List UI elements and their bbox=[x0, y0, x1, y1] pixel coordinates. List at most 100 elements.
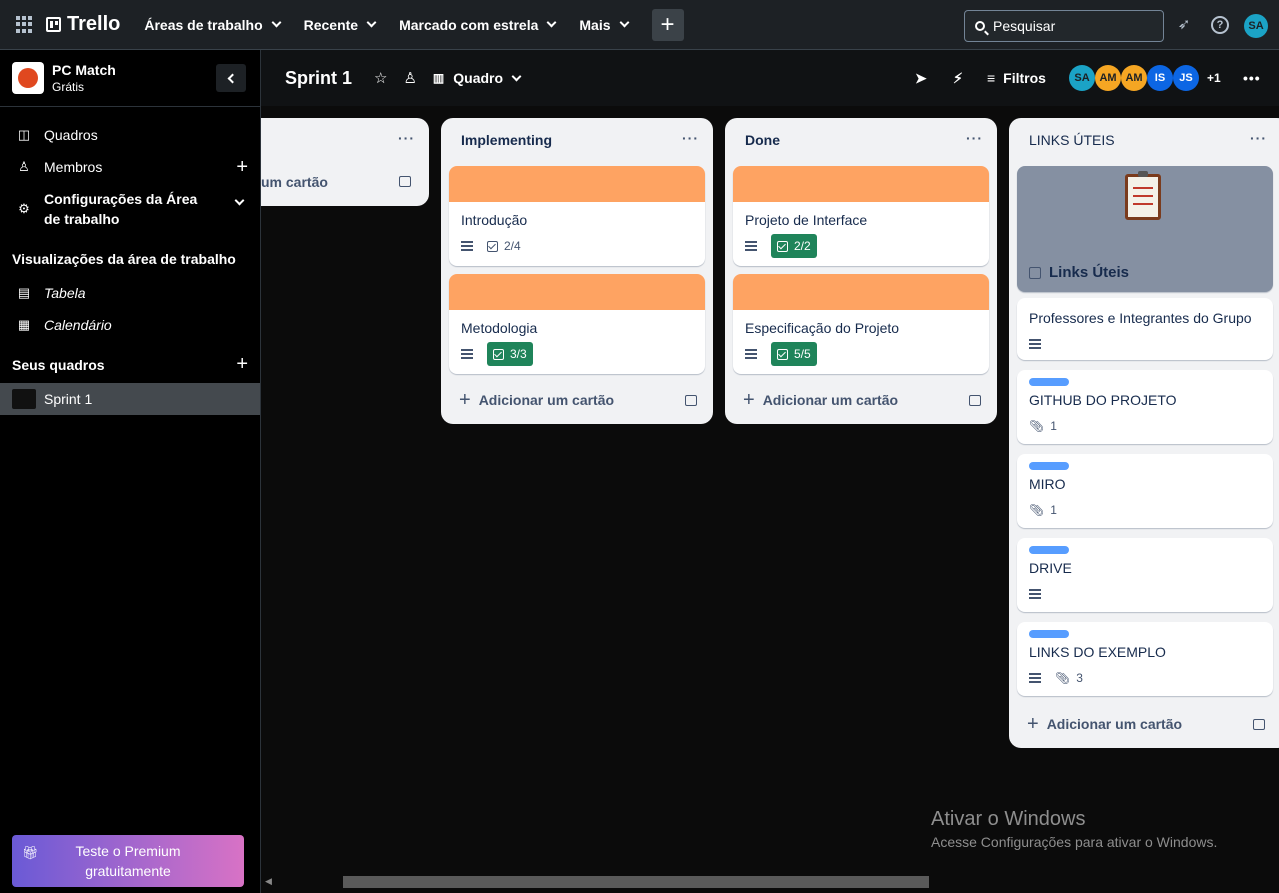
member-avatar[interactable]: AM bbox=[1121, 65, 1147, 91]
member-avatar[interactable]: JS bbox=[1173, 65, 1199, 91]
card-projeto-interface[interactable]: Projeto de Interface 2/2 bbox=[733, 166, 989, 266]
premium-trial-button[interactable]: 🎁︎ Teste o Premium gratuitamente bbox=[12, 835, 244, 887]
checklist-badge: 5/5 bbox=[771, 342, 817, 366]
nav-recent[interactable]: Recente bbox=[304, 17, 377, 33]
card-professores[interactable]: Professores e Integrantes do Grupo bbox=[1017, 298, 1273, 360]
nav-starred[interactable]: Marcado com estrela bbox=[399, 17, 557, 33]
checklist-count: 2/2 bbox=[794, 239, 811, 253]
board-icon: ◫ bbox=[17, 127, 31, 142]
description-icon bbox=[745, 241, 757, 251]
template-icon[interactable] bbox=[969, 394, 981, 406]
list-name[interactable]: Implementing bbox=[461, 132, 552, 148]
template-icon[interactable] bbox=[399, 176, 411, 187]
card-links-uteis-cover[interactable]: Links Úteis bbox=[1017, 166, 1273, 292]
sidebar-item-boards[interactable]: ◫ Quadros bbox=[0, 125, 260, 145]
user-avatar[interactable]: SA bbox=[1244, 14, 1268, 38]
description-icon bbox=[745, 349, 757, 359]
filters-label: Filtros bbox=[1003, 70, 1046, 86]
member-avatar[interactable]: SA bbox=[1069, 65, 1095, 91]
card-drive[interactable]: DRIVE bbox=[1017, 538, 1273, 612]
board-title[interactable]: Sprint 1 bbox=[285, 68, 352, 89]
sidebar-item-table[interactable]: ▤ Tabela bbox=[0, 283, 260, 303]
sidebar-item-label: Calendário bbox=[44, 317, 112, 333]
card-links-exemplo[interactable]: LINKS DO EXEMPLO 📎︎ 3 bbox=[1017, 622, 1273, 696]
list-menu-icon[interactable]: ··· bbox=[398, 130, 415, 146]
sidebar-board-sprint-1[interactable]: Sprint 1 bbox=[0, 383, 260, 415]
card-title: Especificação do Projeto bbox=[745, 320, 900, 336]
card-title: Metodologia bbox=[461, 320, 538, 336]
search-placeholder: Pesquisar bbox=[993, 18, 1056, 34]
nav-more[interactable]: Mais bbox=[579, 17, 629, 33]
scroll-left-icon[interactable]: ◀ bbox=[265, 876, 272, 887]
card-badges: 📎︎ 1 bbox=[1017, 498, 1273, 522]
visibility-icon[interactable]: ♙ bbox=[403, 69, 416, 87]
list-menu-icon[interactable]: ··· bbox=[966, 130, 983, 146]
more-options-icon[interactable]: ••• bbox=[1243, 50, 1261, 106]
app-switcher-icon[interactable] bbox=[16, 15, 34, 34]
member-avatar[interactable]: AM bbox=[1095, 65, 1121, 91]
add-card-button[interactable]: + Adicionar um cartão bbox=[449, 384, 705, 416]
add-card-partial-label[interactable]: um cartão bbox=[261, 174, 328, 190]
share-icon[interactable]: ➤ bbox=[915, 50, 927, 106]
add-member-icon[interactable]: + bbox=[236, 156, 248, 179]
description-icon bbox=[461, 241, 473, 251]
card-title: Projeto de Interface bbox=[745, 212, 868, 228]
workspace-name: PC Match bbox=[52, 62, 116, 78]
filters-button[interactable]: ≡ Filtros bbox=[987, 50, 1046, 106]
sidebar-item-calendar[interactable]: ▦ Calendário bbox=[0, 315, 260, 335]
gift-icon: 🎁︎ bbox=[22, 845, 39, 860]
horizontal-scrollbar-thumb[interactable] bbox=[343, 876, 929, 888]
card-especificacao[interactable]: Especificação do Projeto 5/5 bbox=[733, 274, 989, 374]
template-icon[interactable] bbox=[1253, 718, 1265, 730]
card-badges: 3/3 bbox=[449, 342, 705, 366]
attachment-icon: 📎︎ bbox=[1029, 419, 1045, 433]
card-github[interactable]: GITHUB DO PROJETO 📎︎ 1 bbox=[1017, 370, 1273, 444]
nav-workspaces[interactable]: Áreas de trabalho bbox=[144, 17, 282, 33]
search-input[interactable]: Pesquisar bbox=[964, 10, 1164, 42]
chevron-left-icon bbox=[227, 73, 238, 83]
sidebar-item-settings[interactable]: ⚙ Configurações da Área de trabalho bbox=[0, 189, 260, 229]
collapse-sidebar-button[interactable] bbox=[216, 64, 246, 92]
chevron-down-icon bbox=[234, 195, 245, 206]
add-board-icon[interactable]: + bbox=[236, 353, 248, 376]
board-view-icon: ▥ bbox=[432, 71, 444, 85]
trello-logo[interactable]: Trello bbox=[46, 13, 120, 36]
add-card-label: Adicionar um cartão bbox=[762, 392, 899, 408]
card-title: GITHUB DO PROJETO bbox=[1029, 392, 1177, 408]
card-badges: 📎︎ 3 bbox=[1017, 666, 1273, 690]
sidebar-item-members[interactable]: ♙ Membros + bbox=[0, 156, 260, 179]
list-name[interactable]: LINKS ÚTEIS bbox=[1029, 132, 1115, 148]
card-title: LINKS DO EXEMPLO bbox=[1029, 644, 1166, 660]
add-card-button[interactable]: + Adicionar um cartão bbox=[733, 384, 989, 416]
rocket-icon[interactable]: ➶ bbox=[1175, 16, 1193, 34]
top-navigation: Trello Áreas de trabalho Recente Marcado… bbox=[0, 0, 1279, 50]
card-introducao[interactable]: Introdução 2/4 bbox=[449, 166, 705, 266]
star-icon[interactable]: ☆ bbox=[374, 69, 387, 87]
card-miro[interactable]: MIRO 📎︎ 1 bbox=[1017, 454, 1273, 528]
extra-members-count[interactable]: +1 bbox=[1207, 71, 1221, 85]
list-menu-icon[interactable]: ··· bbox=[1250, 130, 1267, 146]
list-name[interactable]: Done bbox=[745, 132, 780, 148]
list-menu-icon[interactable]: ··· bbox=[682, 130, 699, 146]
template-icon[interactable] bbox=[685, 394, 697, 406]
premium-label: Teste o Premium gratuitamente bbox=[75, 843, 181, 879]
checklist-icon bbox=[777, 240, 788, 252]
checklist-badge: 3/3 bbox=[487, 342, 533, 366]
add-card-button[interactable]: + Adicionar um cartão bbox=[1017, 708, 1273, 740]
member-avatar[interactable]: IS bbox=[1147, 65, 1173, 91]
card-metodologia[interactable]: Metodologia 3/3 bbox=[449, 274, 705, 374]
automation-icon[interactable]: ⚡︎ bbox=[953, 50, 963, 106]
help-icon[interactable]: ? bbox=[1211, 16, 1229, 34]
list-header: Done ··· bbox=[725, 118, 997, 162]
board-canvas: ··· um cartão Implementing ··· Introduçã… bbox=[261, 106, 1279, 893]
card-label bbox=[1029, 630, 1069, 638]
board-thumbnail bbox=[12, 389, 36, 409]
list-header: Implementing ··· bbox=[441, 118, 713, 162]
create-button[interactable]: + bbox=[651, 8, 684, 41]
card-cover bbox=[449, 274, 705, 310]
card-badges: 2/2 bbox=[733, 234, 989, 258]
attachment-count: 1 bbox=[1050, 503, 1057, 517]
chevron-down-icon bbox=[511, 71, 522, 81]
view-switcher[interactable]: ▥ Quadro bbox=[432, 70, 522, 86]
search-icon bbox=[975, 21, 985, 31]
